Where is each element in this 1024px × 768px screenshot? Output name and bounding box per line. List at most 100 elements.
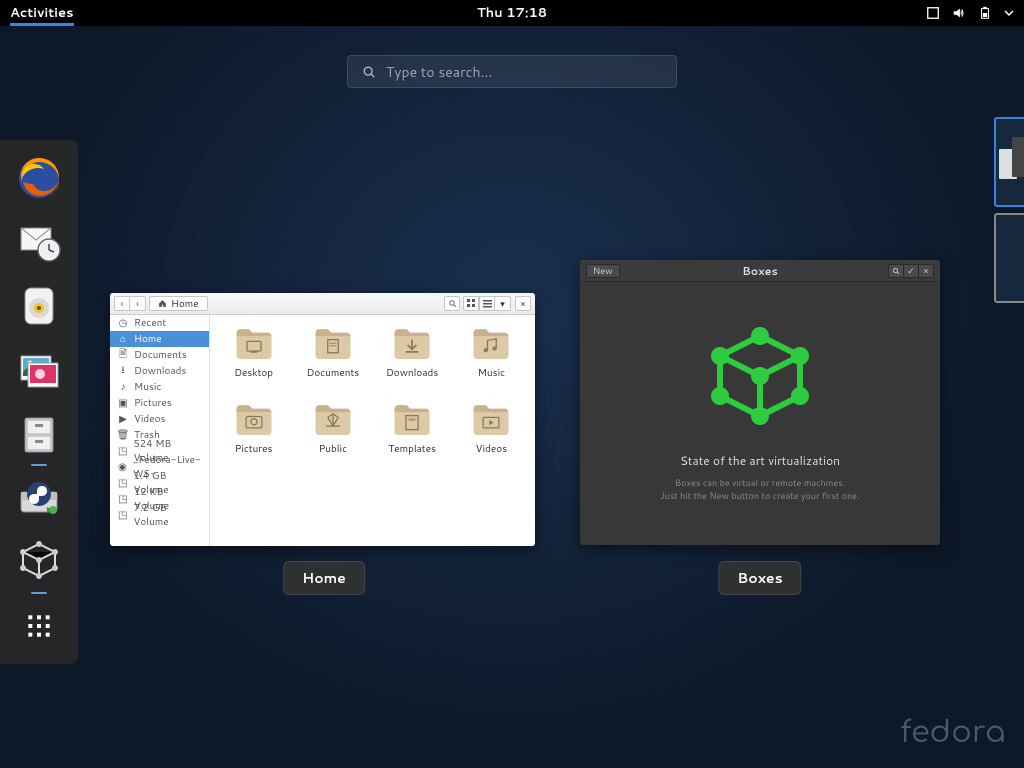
boxes-headerbar: New Boxes ✓ ×	[580, 260, 940, 282]
doc-icon: 🗎	[118, 350, 128, 360]
speaker-icon	[15, 282, 63, 330]
boxes-close-button[interactable]: ×	[918, 264, 934, 278]
grid-icon	[467, 299, 476, 308]
activities-button[interactable]: Activities	[10, 0, 74, 26]
boxes-artwork-icon	[700, 324, 820, 444]
folder-label: Music	[478, 366, 505, 380]
sidebar-item-music[interactable]: ♪Music	[110, 379, 209, 395]
dash-show-apps[interactable]	[11, 598, 67, 654]
sidebar-item-recent[interactable]: ◷ Recent	[110, 315, 209, 331]
view-list-button[interactable]	[479, 296, 495, 311]
path-home-button[interactable]: Home	[149, 296, 208, 311]
apps-grid-icon	[23, 610, 55, 642]
sidebar-item-home[interactable]: ⌂ Home	[110, 331, 209, 347]
sidebar-item-label: Downloads	[134, 364, 186, 378]
sidebar-item-label: 7.2 GB Volume	[134, 501, 201, 529]
fedora-watermark: fedora	[900, 717, 1006, 750]
pic-icon: ▣	[118, 398, 128, 408]
search-icon	[448, 299, 457, 308]
folder-downloads[interactable]: Downloads	[375, 325, 450, 397]
drive-icon: ◳	[118, 510, 128, 520]
window-label-boxes: Boxes	[718, 561, 801, 595]
chevron-down-icon	[1004, 8, 1014, 18]
search-placeholder: Type to search...	[386, 62, 492, 82]
folder-public[interactable]: Public	[295, 401, 370, 473]
dash-rhythmbox[interactable]	[11, 278, 67, 334]
volume-icon	[952, 6, 966, 20]
view-options-button[interactable]: ▾	[495, 296, 511, 311]
folder-documents[interactable]: Documents	[295, 325, 370, 397]
view-grid-button[interactable]	[463, 296, 479, 311]
battery-icon	[978, 6, 992, 20]
dash-software[interactable]	[11, 470, 67, 526]
files-window: ‹ › Home ▾	[110, 293, 535, 546]
trash-icon: 🗑	[118, 430, 128, 440]
nav-forward-button[interactable]: ›	[130, 296, 146, 311]
nav-back-button[interactable]: ‹	[114, 296, 130, 311]
workspace-2[interactable]	[994, 213, 1024, 303]
drive-icon: ◳	[118, 494, 128, 504]
drive-icon: ◳	[118, 446, 127, 456]
boxes-subtitle: Boxes can be virtual or remote machines.…	[660, 477, 859, 502]
folder-pictures[interactable]: Pictures	[216, 401, 291, 473]
home-icon: ⌂	[118, 334, 128, 344]
boxes-title: Boxes	[742, 263, 778, 279]
window-thumb-files[interactable]: ‹ › Home ▾	[110, 293, 535, 546]
workspace-switcher	[994, 117, 1024, 303]
boxes-search-button[interactable]	[888, 264, 904, 278]
workspace-1[interactable]	[994, 117, 1024, 207]
boxes-icon	[15, 538, 63, 586]
folder-music[interactable]: Music	[454, 325, 529, 397]
folder-label: Documents	[307, 366, 360, 380]
dash-shotwell[interactable]	[11, 342, 67, 398]
dash-files[interactable]	[11, 406, 67, 462]
files-close-button[interactable]: ×	[515, 296, 531, 311]
overview: ‹ › Home ▾	[100, 100, 1024, 768]
down-icon: ⭳	[118, 366, 128, 376]
mail-clock-icon	[15, 218, 63, 266]
sidebar-item-label: Home	[134, 332, 162, 346]
sidebar-item-documents[interactable]: 🗎Documents	[110, 347, 209, 363]
a11y-icon	[926, 6, 940, 20]
window-thumb-boxes[interactable]: New Boxes ✓ ×	[580, 260, 940, 545]
files-headerbar: ‹ › Home ▾	[110, 293, 535, 315]
dash	[0, 140, 78, 664]
sidebar-item-7-2-gb-volume[interactable]: ◳7.2 GB Volume	[110, 507, 209, 523]
firefox-icon	[15, 154, 63, 202]
files-sidebar: ◷ Recent ⌂ Home🗎Documents ⭳ Downloads♪Music ▣ P…	[110, 315, 210, 546]
files-search-button[interactable]	[444, 296, 460, 311]
folder-label: Desktop	[234, 366, 273, 380]
dash-evolution[interactable]	[11, 214, 67, 270]
window-label-files: Home	[283, 561, 365, 595]
boxes-select-button[interactable]: ✓	[903, 264, 919, 278]
photos-icon	[15, 346, 63, 394]
dash-boxes[interactable]	[11, 534, 67, 590]
sidebar-item-videos[interactable]: ▶Videos	[110, 411, 209, 427]
clock[interactable]: Thu 17:18	[477, 4, 547, 22]
top-panel: Activities Thu 17:18	[0, 0, 1024, 26]
folder-templates[interactable]: Templates	[375, 401, 450, 473]
file-cabinet-icon	[15, 410, 63, 458]
folder-desktop[interactable]: Desktop	[216, 325, 291, 397]
drive-icon: ◳	[118, 478, 128, 488]
folder-label: Public	[319, 442, 347, 456]
sidebar-item-pictures[interactable]: ▣ Pictures	[110, 395, 209, 411]
home-icon	[158, 299, 167, 308]
system-tray[interactable]	[926, 6, 1014, 20]
overview-search[interactable]: Type to search...	[347, 55, 677, 88]
vid-icon: ▶	[118, 414, 128, 424]
sidebar-item-label: Recent	[134, 316, 166, 330]
sidebar-item-label: Pictures	[134, 396, 172, 410]
sidebar-item-label: Music	[134, 380, 161, 394]
sidebar-item-downloads[interactable]: ⭳ Downloads	[110, 363, 209, 379]
folder-label: Downloads	[386, 366, 438, 380]
boxes-new-button[interactable]: New	[586, 264, 620, 278]
search-icon	[362, 65, 376, 79]
clock-icon: ◷	[118, 318, 128, 328]
search-icon	[892, 267, 900, 275]
folder-videos[interactable]: Videos	[454, 401, 529, 473]
boxes-tagline: State of the art virtualization	[680, 452, 840, 469]
fedora-software-icon	[15, 474, 63, 522]
dash-firefox[interactable]	[11, 150, 67, 206]
folder-label: Videos	[476, 442, 507, 456]
